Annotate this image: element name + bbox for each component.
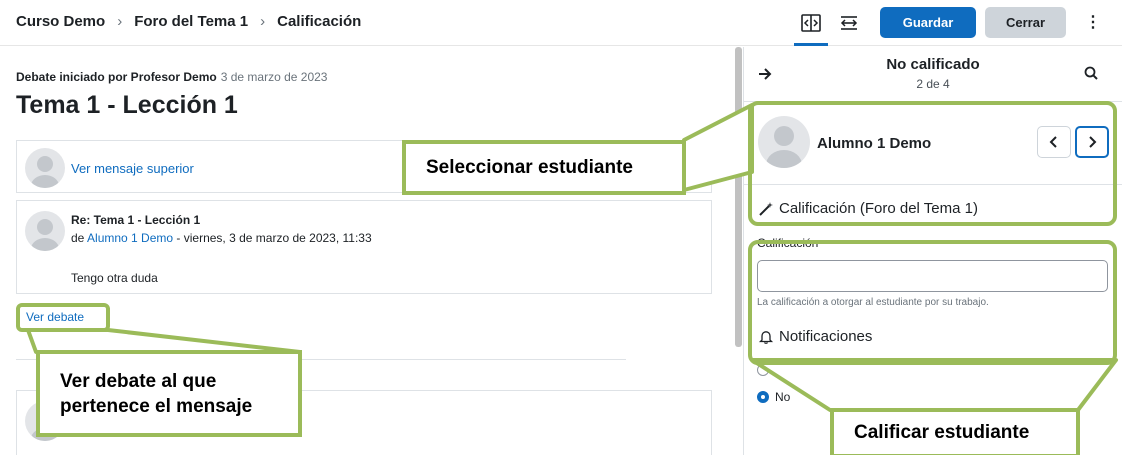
grading-status: No calificado: [886, 56, 980, 73]
annotation-view-discussion-line1: Ver debate al que: [60, 370, 217, 392]
discussion-title: Tema 1 - Lección 1: [16, 91, 238, 119]
student-count: 2 de 4: [916, 77, 950, 91]
annotation-view-discussion-line2: pertenece el mensaje: [60, 395, 253, 417]
annotation-highlight-grade: [748, 240, 1117, 365]
collapse-panel-view-icon[interactable]: [794, 9, 828, 46]
discussion-started-info: Debate iniciado por Profesor Demo 3 de ma…: [16, 70, 327, 84]
breadcrumb-current: Calificación: [277, 13, 362, 30]
save-button[interactable]: Guardar: [880, 7, 976, 38]
breadcrumb-course[interactable]: Curso Demo: [16, 13, 105, 30]
breadcrumb-separator-icon: ›: [117, 13, 123, 30]
breadcrumb-separator-icon: ›: [260, 13, 266, 30]
notify-yes-option[interactable]: Sí, enviar notificación al estudiante: [757, 363, 960, 377]
breadcrumb-forum[interactable]: Foro del Tema 1: [134, 13, 248, 30]
annotation-select-student-text: Seleccionar estudiante: [426, 156, 633, 178]
annotation-callout-select-student: Seleccionar estudiante: [402, 140, 686, 195]
breadcrumb: Curso Demo › Foro del Tema 1 › Calificac…: [16, 13, 361, 30]
started-by: Debate iniciado por Profesor Demo: [16, 70, 217, 84]
notify-yes-label: Sí, enviar notificación al estudiante: [775, 363, 961, 377]
close-button[interactable]: Cerrar: [985, 7, 1066, 38]
view-parent-link[interactable]: Ver mensaje superior: [71, 161, 194, 176]
avatar: [25, 211, 65, 251]
kebab-menu-icon[interactable]: ⋮: [1085, 14, 1101, 32]
radio-button[interactable]: [757, 364, 769, 376]
notify-no-option[interactable]: No: [757, 390, 790, 404]
reply-subject: Re: Tema 1 - Lección 1: [71, 213, 201, 227]
reply-by-prefix: de: [71, 231, 85, 245]
radio-button-selected[interactable]: [757, 391, 769, 403]
expand-width-view-icon[interactable]: [834, 9, 864, 37]
reply-author-link[interactable]: Alumno 1 Demo: [87, 231, 173, 245]
notify-no-label: No: [775, 390, 791, 404]
annotation-highlight-view-discussion: [16, 303, 110, 332]
annotation-highlight-student: [748, 101, 1117, 226]
search-icon[interactable]: [1084, 66, 1100, 82]
top-bar: Curso Demo › Foro del Tema 1 › Calificac…: [0, 0, 1122, 46]
annotation-callout-view-discussion: Ver debate al que pertenece el mensaje: [36, 350, 302, 437]
scrollbar[interactable]: [735, 47, 742, 347]
reply-date: - viernes, 3 de marzo de 2023, 11:33: [176, 231, 372, 245]
reply-body: Tengo otra duda: [71, 271, 158, 285]
avatar: [25, 148, 65, 188]
reply-meta: de Alumno 1 Demo - viernes, 3 de marzo d…: [71, 231, 372, 245]
annotation-callout-grade-student: Calificar estudiante: [830, 408, 1080, 455]
annotation-grade-student-text: Calificar estudiante: [854, 422, 1030, 443]
started-date: 3 de marzo de 2023: [220, 70, 328, 84]
reply-post-card: Re: Tema 1 - Lección 1 de Alumno 1 Demo …: [16, 200, 712, 294]
